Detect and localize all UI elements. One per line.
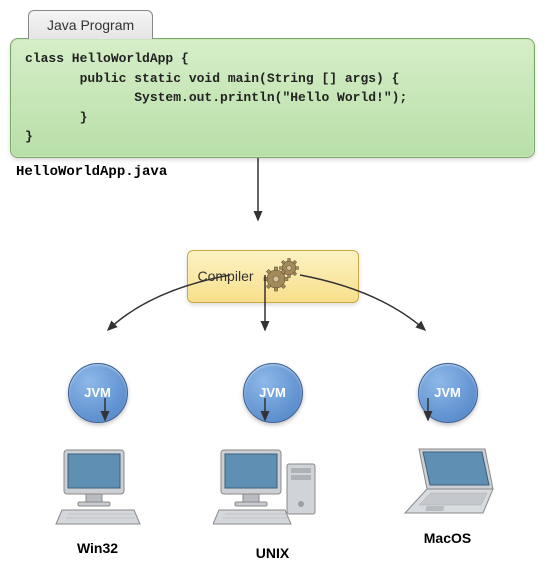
compiler-label: Compiler xyxy=(198,268,254,284)
source-filename: HelloWorldApp.java xyxy=(16,164,535,180)
jvm-circle-macos: JVM xyxy=(418,363,478,423)
desktop-computer-icon xyxy=(48,441,148,531)
gears-icon xyxy=(262,257,304,296)
machine-win32: Win32 xyxy=(28,441,168,561)
laptop-icon xyxy=(393,441,503,521)
compiler-box: Compiler xyxy=(187,250,359,303)
machine-label-win32: Win32 xyxy=(28,540,168,556)
machine-unix: UNIX xyxy=(203,441,343,561)
machine-label-macos: MacOS xyxy=(378,530,518,546)
source-code-box: class HelloWorldApp { public static void… xyxy=(10,38,535,158)
jvm-circle-win32: JVM xyxy=(68,363,128,423)
code-tab: Java Program xyxy=(28,10,153,39)
jvm-circle-unix: JVM xyxy=(243,363,303,423)
machine-label-unix: UNIX xyxy=(203,545,343,561)
workstation-icon xyxy=(213,441,333,536)
machine-macos: MacOS xyxy=(378,441,518,561)
